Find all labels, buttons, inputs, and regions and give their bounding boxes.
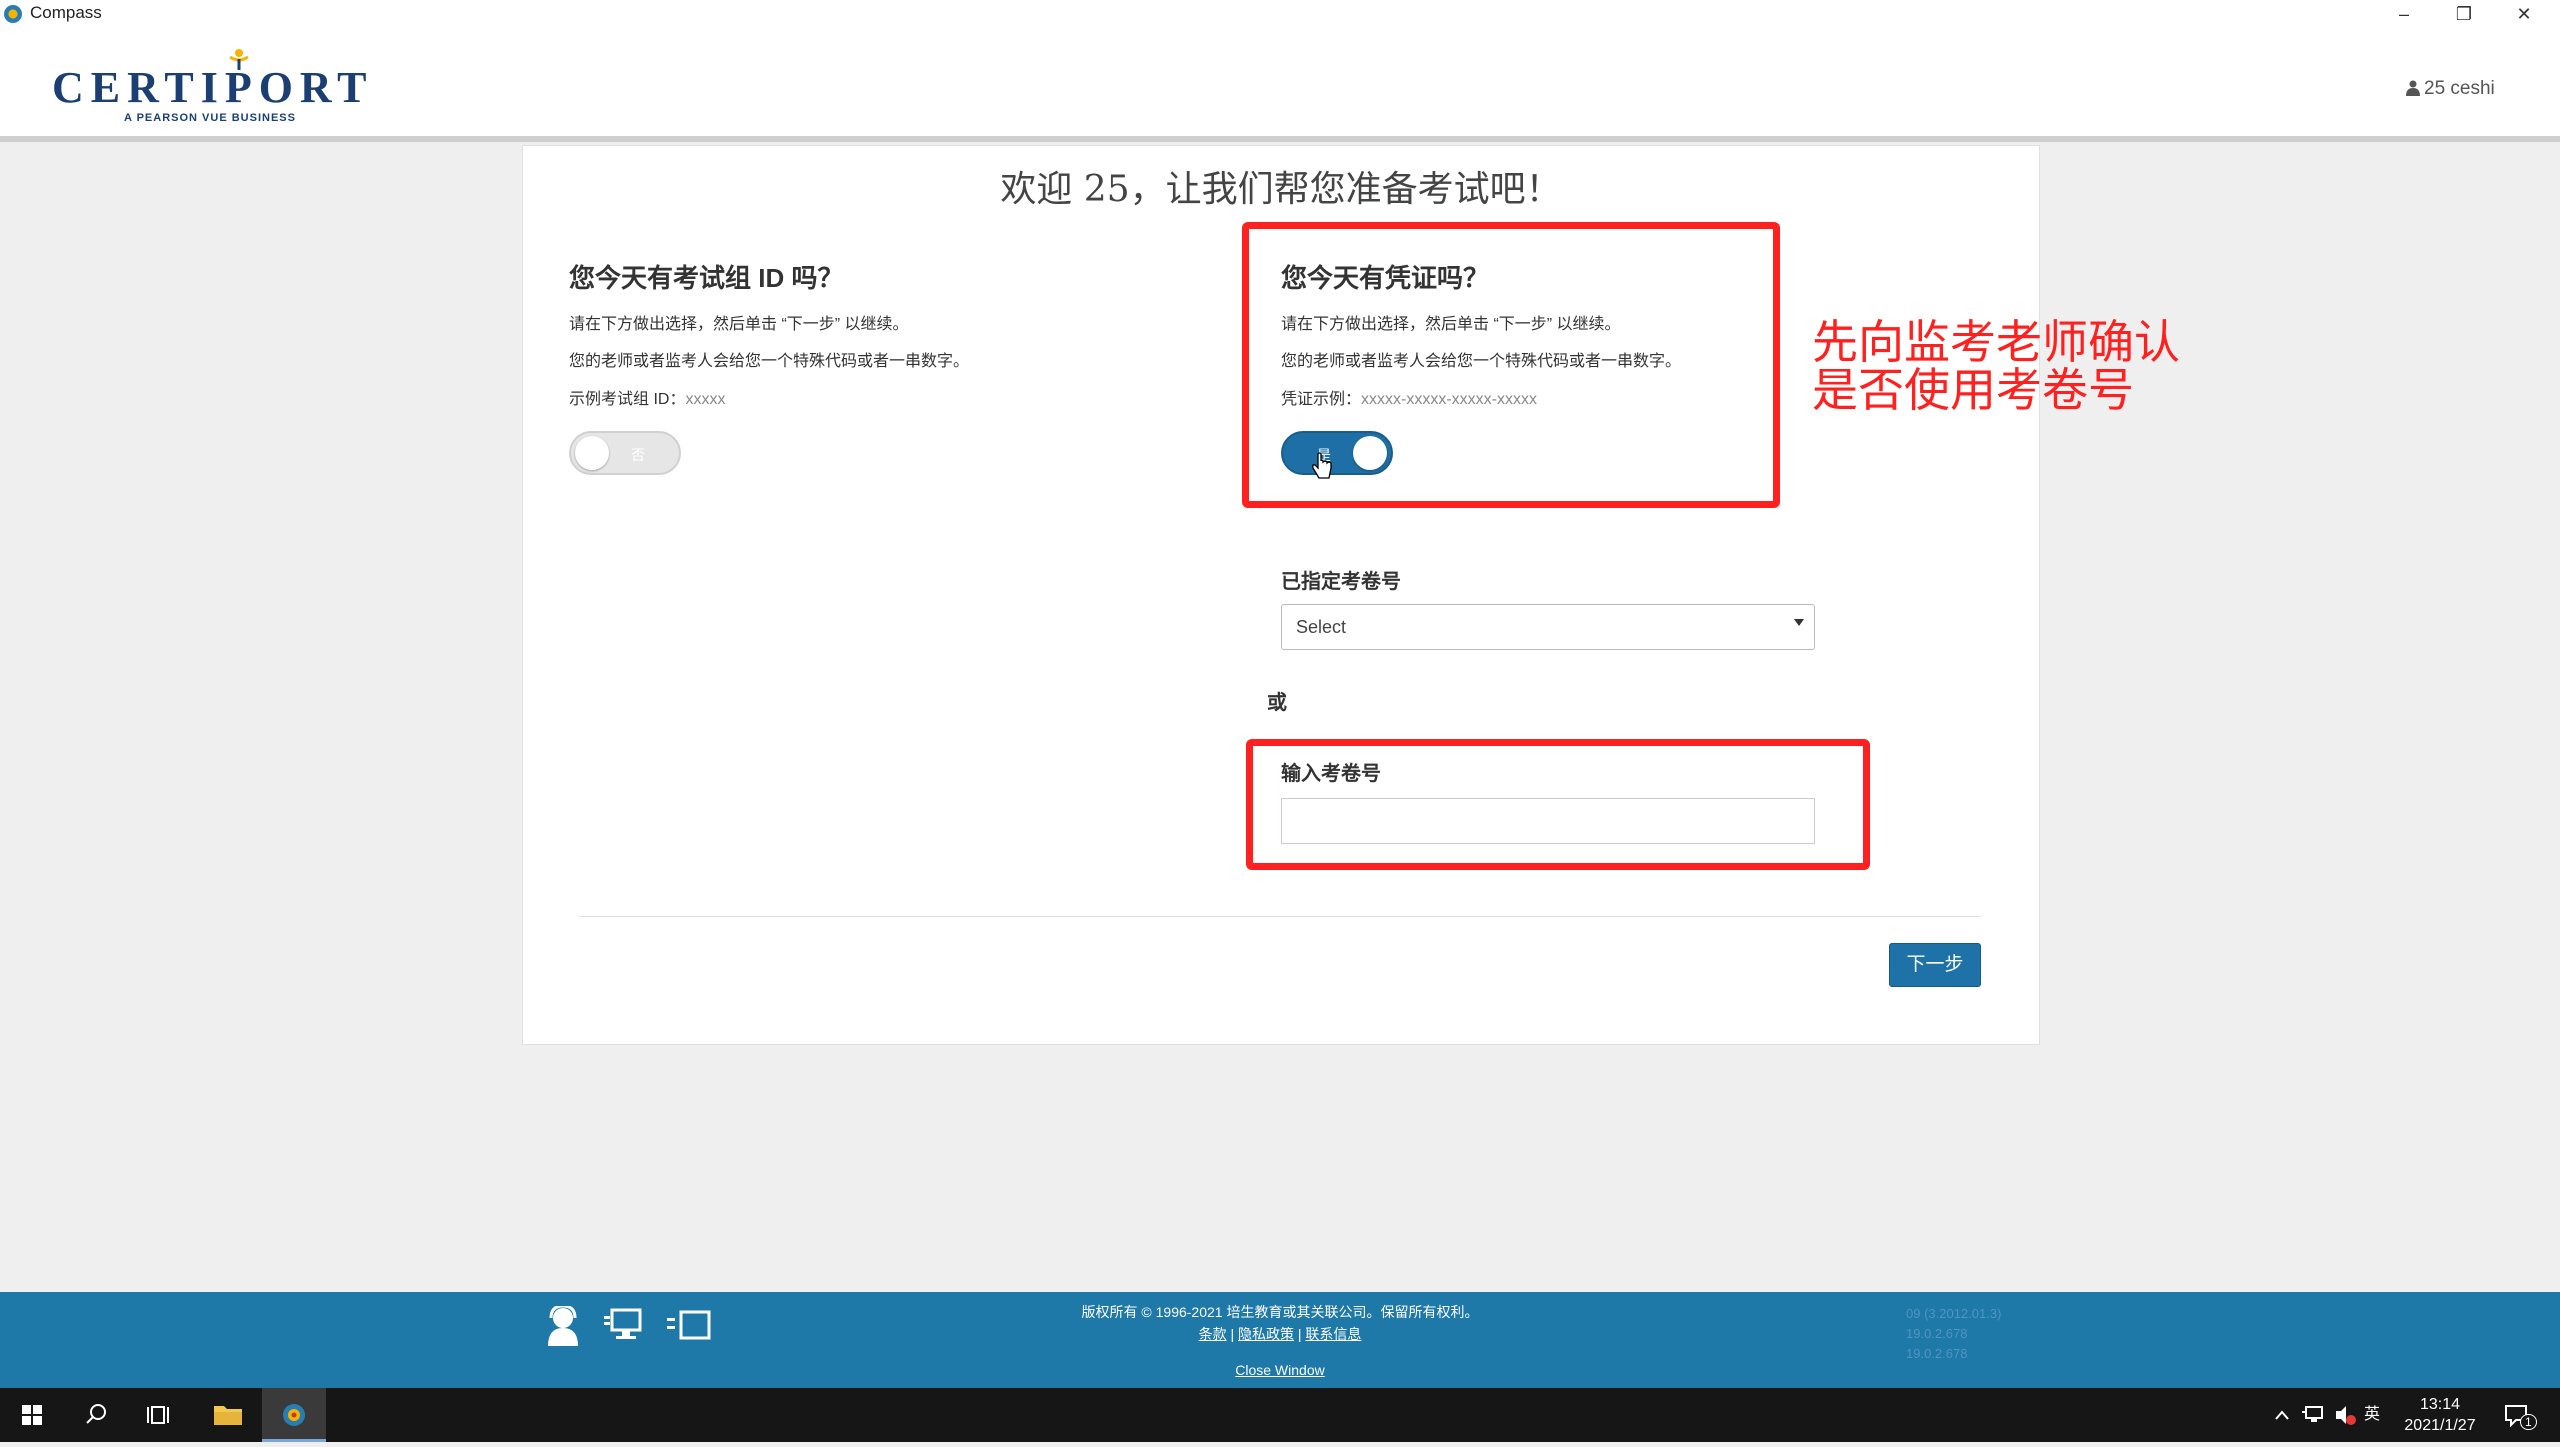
compass-taskbar-button[interactable]: [262, 1388, 326, 1442]
compass-icon: [283, 1404, 305, 1426]
toggle-label: 否: [631, 447, 645, 463]
window-title-bar: Compass – ❐ ✕: [0, 0, 2560, 30]
close-window-link[interactable]: Close Window: [1235, 1362, 1324, 1378]
app-header: CERTIPORT A PEARSON VUE BUSINESS 25 cesh…: [0, 30, 2560, 142]
select-value: Select: [1296, 617, 1347, 637]
task-view-button[interactable]: [128, 1388, 192, 1442]
logo-tagline: A PEARSON VUE BUSINESS: [124, 112, 296, 124]
close-window-container: Close Window: [0, 1362, 2560, 1378]
version-info: 09 (3.2012.01.3) 19.0.2.678 19.0.2.678: [1906, 1304, 2001, 1364]
clock-date: 2021/1/27: [2404, 1417, 2476, 1434]
folder-icon: [214, 1406, 242, 1425]
volume-muted-icon[interactable]: [2332, 1388, 2358, 1442]
assigned-exam-label: 已指定考卷号: [1281, 571, 1401, 593]
toggle-knob: [575, 436, 609, 470]
footer-links: 条款 | 隐私政策 | 联系信息: [0, 1324, 2560, 1344]
certiport-logo: CERTIPORT A PEARSON VUE BUSINESS: [52, 48, 367, 128]
compass-app-icon: [4, 5, 22, 23]
contact-link[interactable]: 联系信息: [1305, 1326, 1361, 1342]
notification-count: 1: [2520, 1414, 2537, 1430]
exam-number-annotation-box: [1246, 739, 1870, 870]
minimize-button[interactable]: –: [2374, 0, 2434, 30]
windows-taskbar: 英 13:14 2021/1/27 1: [0, 1388, 2560, 1442]
link-separator: |: [1230, 1326, 1235, 1342]
taskbar-search-button[interactable]: [64, 1388, 128, 1442]
close-button[interactable]: ✕: [2494, 0, 2554, 30]
link-separator: |: [1297, 1326, 1302, 1342]
privacy-link[interactable]: 隐私政策: [1238, 1326, 1294, 1342]
exam-group-instruction: 请在下方做出选择，然后单击 “下一步” 以继续。: [569, 316, 909, 333]
card-divider: [579, 916, 1981, 917]
copyright-text: 版权所有 © 1996-2021 培生教育或其关联公司。保留所有权利。: [1081, 1304, 1479, 1320]
exam-group-toggle[interactable]: 否: [569, 431, 681, 475]
restore-button[interactable]: ❐: [2434, 0, 2494, 30]
window-title: Compass: [30, 3, 102, 22]
app-footer: 版权所有 © 1996-2021 培生教育或其关联公司。保留所有权利。 条款 |…: [0, 1292, 2560, 1388]
logo-wordmark: CERTIPORT: [52, 63, 374, 112]
version-line: 19.0.2.678: [1906, 1346, 1968, 1361]
voucher-annotation-box: [1242, 222, 1780, 508]
clock-time: 13:14: [2419, 1396, 2461, 1413]
file-explorer-button[interactable]: [196, 1388, 260, 1442]
version-line: 09 (3.2012.01.3): [1906, 1306, 2002, 1321]
exam-group-example-value: xxxxx: [685, 391, 726, 408]
network-icon[interactable]: [2300, 1388, 2328, 1442]
chevron-down-icon: [1794, 619, 1804, 626]
user-name: 25 ceshi: [2424, 78, 2495, 99]
next-button[interactable]: 下一步: [1889, 943, 1981, 987]
annotation-line-2: 是否使用考卷号: [1812, 364, 2134, 416]
terms-link[interactable]: 条款: [1199, 1326, 1227, 1342]
start-button[interactable]: [0, 1388, 64, 1442]
version-line: 19.0.2.678: [1906, 1326, 1968, 1341]
exam-group-example-label: 示例考试组 ID：: [569, 391, 686, 408]
task-view-icon: [147, 1406, 169, 1424]
chevron-up-icon[interactable]: [2270, 1388, 2294, 1442]
exam-group-example: 示例考试组 ID：xxxxx: [569, 385, 725, 409]
welcome-heading: 欢迎 25，让我们帮您准备考试吧！: [1000, 169, 1562, 210]
exam-group-title: 您今天有考试组 ID 吗？: [569, 263, 844, 293]
search-icon: [86, 1404, 106, 1424]
annotation-line-1: 先向监考老师确认: [1812, 316, 2180, 368]
or-separator: 或: [1267, 692, 1287, 714]
taskbar-clock[interactable]: 13:14 2021/1/27: [2398, 1394, 2482, 1436]
annotation-note: 先向监考老师确认 是否使用考卷号: [1812, 318, 2180, 414]
user-menu[interactable]: 25 ceshi: [2406, 78, 2495, 100]
ime-indicator[interactable]: 英: [2364, 1388, 2380, 1442]
user-icon: [2406, 80, 2420, 96]
assigned-exam-select[interactable]: Select: [1281, 604, 1815, 650]
exam-group-hint: 您的老师或者监考人会给您一个特殊代码或者一串数字。: [569, 353, 970, 370]
windows-icon: [22, 1405, 42, 1425]
notification-center[interactable]: 1: [2500, 1388, 2537, 1442]
